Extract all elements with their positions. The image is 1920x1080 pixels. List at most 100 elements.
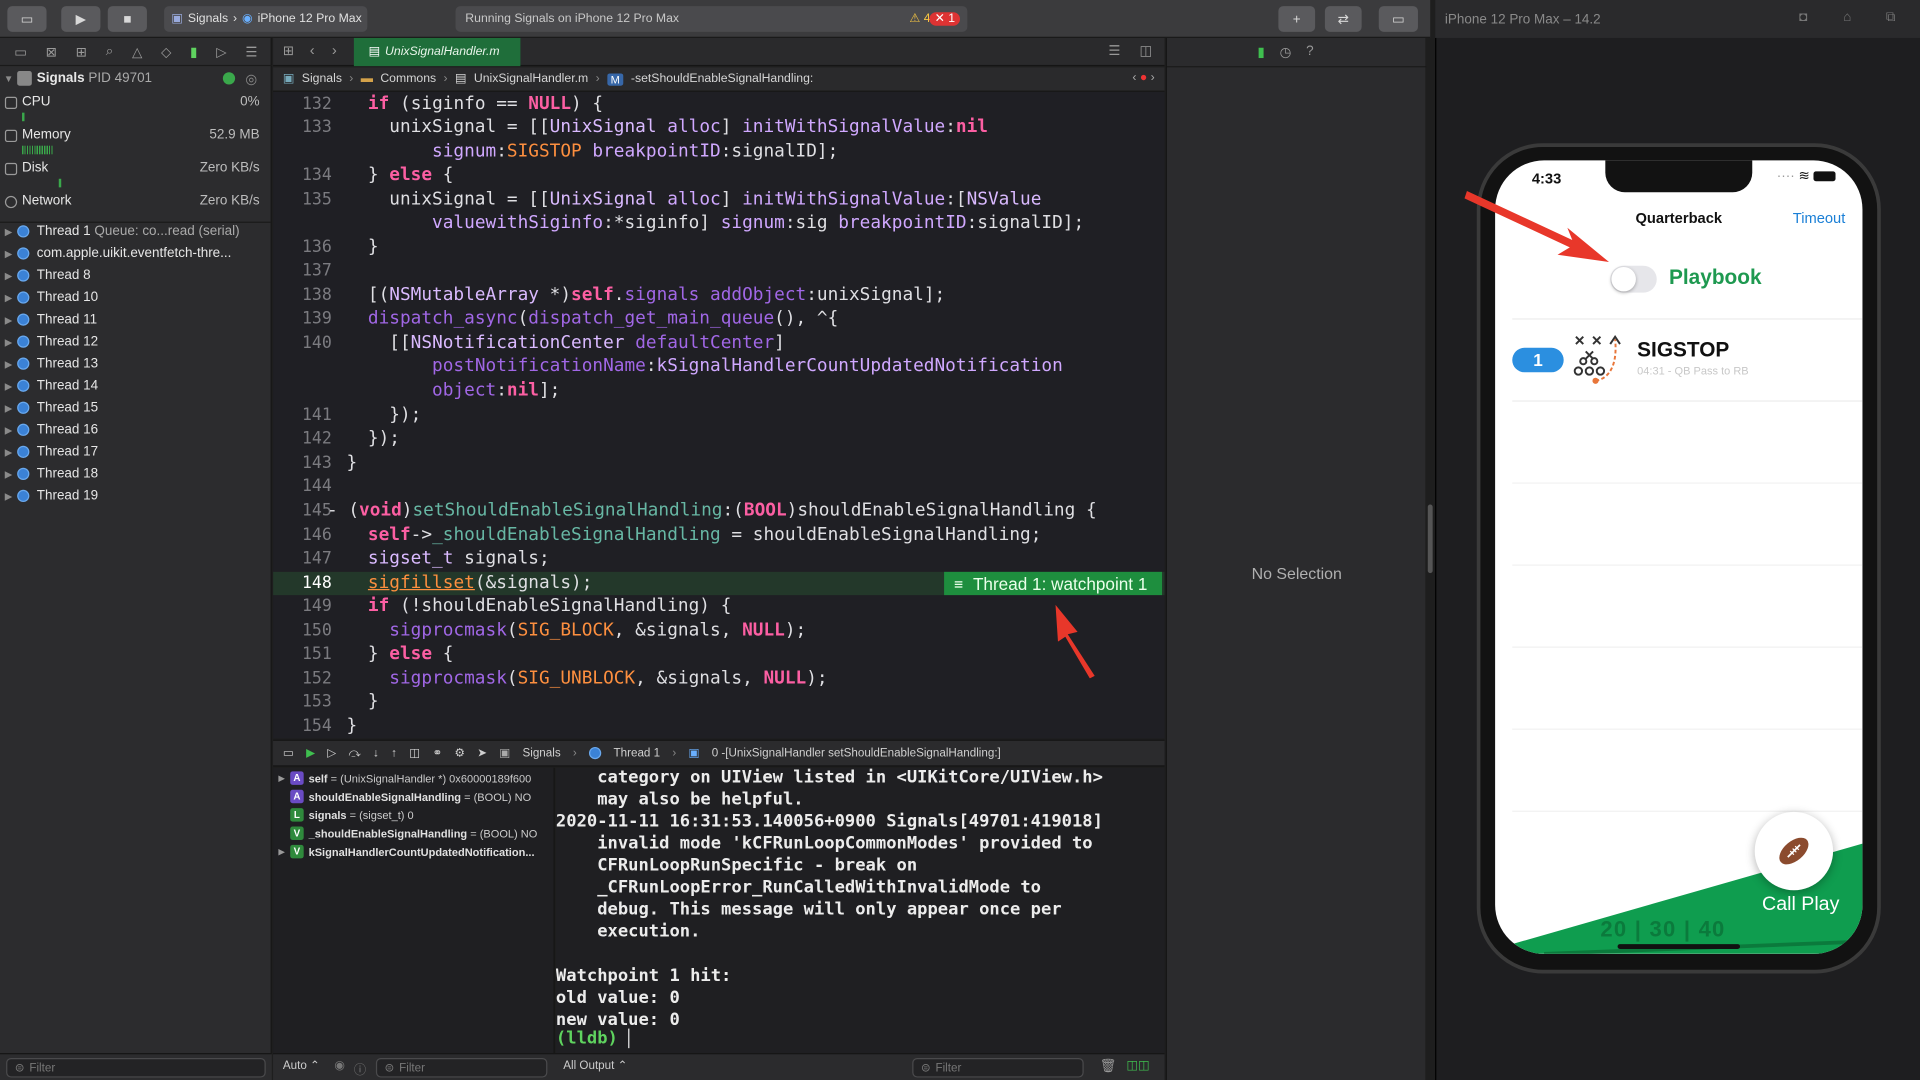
disclosure-icon[interactable]: ▼ bbox=[0, 73, 17, 84]
thread-row[interactable]: ▶ Thread 14 bbox=[0, 375, 272, 397]
lines-icon[interactable]: ☰ bbox=[1108, 43, 1120, 59]
crumb-process[interactable]: Signals bbox=[522, 746, 560, 759]
thread-row[interactable]: ▶ Thread 15 bbox=[0, 397, 272, 419]
jump-folder[interactable]: Commons bbox=[380, 72, 436, 85]
crumb-thread[interactable]: Thread 1 bbox=[614, 746, 661, 759]
nav-arrows[interactable]: ‹ ● › bbox=[1132, 71, 1154, 84]
signal-row[interactable]: 1 SIGSTOP 04:31 - QB Pass to RB bbox=[1495, 320, 1862, 401]
tab-unixsignalhandler[interactable]: ▤ UnixSignalHandler.m bbox=[353, 37, 521, 67]
step-out-icon[interactable]: ↑ bbox=[391, 746, 397, 759]
disclosure-icon[interactable]: ▶ bbox=[0, 226, 17, 237]
trash-icon[interactable]: 🗑 bbox=[1100, 1058, 1117, 1074]
rotate-icon[interactable]: ⧉ bbox=[1886, 10, 1896, 26]
lldb-prompt-line[interactable]: (lldb) bbox=[556, 1028, 630, 1049]
disclosure-icon[interactable]: ▶ bbox=[0, 358, 17, 369]
resize-handle[interactable] bbox=[1427, 504, 1433, 574]
navigator-filter-input[interactable]: ⊜ Filter bbox=[6, 1057, 266, 1078]
step-over-icon[interactable]: ⤼ bbox=[349, 746, 361, 759]
grid-icon[interactable]: ⊞ bbox=[283, 43, 294, 59]
source-control-icon[interactable]: ⊠ bbox=[46, 43, 57, 60]
continue-icon[interactable]: ▷ bbox=[327, 746, 336, 759]
issue-icon[interactable]: △ bbox=[132, 43, 142, 60]
back-icon[interactable]: ‹ bbox=[310, 42, 315, 59]
thread-row[interactable]: ▶ Thread 19 bbox=[0, 485, 272, 507]
console-filter-input[interactable]: ⊜ Filter bbox=[912, 1057, 1084, 1078]
gauge-memory[interactable]: Memory 52.9 MB bbox=[0, 127, 272, 155]
inspector-toggle-button[interactable]: ▭ bbox=[1378, 6, 1418, 32]
debug-icon[interactable]: ▮ bbox=[190, 43, 197, 60]
report-icon[interactable]: ☰ bbox=[245, 43, 257, 60]
hierarchy-icon[interactable]: ⊞ bbox=[76, 43, 87, 60]
thread-row[interactable]: ▶ Thread 8 bbox=[0, 264, 272, 286]
location-icon[interactable]: ➤ bbox=[477, 746, 487, 759]
memory-graph-icon[interactable]: ⚭ bbox=[433, 746, 443, 759]
disclosure-icon[interactable]: ▶ bbox=[273, 773, 290, 783]
thread-row[interactable]: ▶ Thread 12 bbox=[0, 331, 272, 353]
error-badge[interactable]: ✕ 1 bbox=[929, 12, 961, 26]
history-icon[interactable]: ◷ bbox=[1280, 44, 1292, 61]
run-button[interactable]: ▶ bbox=[61, 6, 101, 32]
variable-row[interactable]: ▶ Aself = (UnixSignalHandler *) 0x6000018… bbox=[273, 769, 555, 787]
gauge-cpu[interactable]: CPU 0% bbox=[0, 94, 272, 122]
gauge-network[interactable]: Network Zero KB/s bbox=[0, 193, 272, 220]
thread-row[interactable]: ▶ Thread 11 bbox=[0, 309, 272, 331]
watchpoint-annotation[interactable]: ≡ Thread 1: watchpoint 1 bbox=[944, 571, 1163, 596]
environment-icon[interactable]: ⚙ bbox=[455, 746, 465, 759]
disclosure-icon[interactable]: ▶ bbox=[0, 292, 17, 303]
disclosure-icon[interactable]: ▶ bbox=[0, 490, 17, 501]
output-mode-selector[interactable]: All Output ⌃ bbox=[563, 1059, 627, 1072]
variables-filter-input[interactable]: ⊜ Filter bbox=[375, 1057, 548, 1078]
breakpoint-icon[interactable]: ▷ bbox=[216, 43, 226, 60]
disclosure-icon[interactable]: ▶ bbox=[0, 248, 17, 259]
source-editor[interactable]: ≡ Thread 1: watchpoint 1 132 133 134 135… bbox=[273, 91, 1165, 739]
debug-console[interactable]: category on UIView listed in <UIKitCore/… bbox=[555, 767, 1165, 1054]
search-icon[interactable]: ⌕ bbox=[106, 43, 114, 59]
test-icon[interactable]: ◇ bbox=[161, 43, 171, 60]
thread-row[interactable]: ▶ Thread 13 bbox=[0, 353, 272, 375]
call-play-button[interactable] bbox=[1754, 811, 1834, 891]
scheme-selector[interactable]: ▣ Signals › ◉ iPhone 12 Pro Max bbox=[164, 6, 368, 32]
thread-row[interactable]: ▶ Thread 17 bbox=[0, 441, 272, 463]
warning-badge[interactable]: ⚠ 4 bbox=[909, 12, 930, 25]
stop-button[interactable]: ■ bbox=[107, 6, 147, 32]
library-button[interactable]: + bbox=[1278, 6, 1316, 32]
eye-icon[interactable]: ◉ bbox=[334, 1059, 345, 1072]
disclosure-icon[interactable]: ▶ bbox=[0, 446, 17, 457]
help-icon[interactable]: ? bbox=[1306, 44, 1314, 61]
thread-row[interactable]: ▶ Thread 1 Queue: co...read (serial) bbox=[0, 220, 272, 242]
step-into-icon[interactable]: ↓ bbox=[373, 746, 379, 759]
process-row[interactable]: ▼ Signals PID 49701 ◎ bbox=[0, 67, 272, 89]
variable-row[interactable]: V _shouldEnableSignalHandling = (BOOL) NO bbox=[273, 824, 555, 842]
info-icon[interactable]: ⓘ bbox=[354, 1059, 366, 1077]
thread-row[interactable]: ▶ Thread 10 bbox=[0, 287, 272, 309]
playbook-toggle[interactable] bbox=[1610, 265, 1657, 293]
variable-row[interactable]: AshouldEnableSignalHandling = (BOOL) NO bbox=[273, 787, 555, 805]
disclosure-icon[interactable]: ▶ bbox=[0, 314, 17, 325]
breakpoints-toggle-icon[interactable]: ▶ bbox=[306, 746, 315, 759]
forward-icon[interactable]: › bbox=[332, 42, 337, 59]
disclosure-icon[interactable]: ▶ bbox=[0, 270, 17, 281]
code-review-button[interactable]: ⇄ bbox=[1324, 6, 1362, 32]
options-icon[interactable]: ◎ bbox=[245, 70, 257, 87]
disclosure-icon[interactable]: ▶ bbox=[0, 424, 17, 435]
home-icon[interactable]: ⌂ bbox=[1843, 10, 1851, 25]
thread-row[interactable]: ▶ com.apple.uikit.eventfetch-thre... bbox=[0, 242, 272, 264]
sidebar-toggle-button[interactable]: ▭ bbox=[7, 6, 47, 32]
disclosure-icon[interactable]: ▶ bbox=[0, 402, 17, 413]
gauge-disk[interactable]: Disk Zero KB/s bbox=[0, 160, 272, 188]
split-view-icon[interactable]: ◫◫ bbox=[1127, 1059, 1150, 1072]
folder-icon[interactable]: ▭ bbox=[14, 43, 27, 60]
jump-project[interactable]: Signals bbox=[302, 72, 342, 85]
auto-selector[interactable]: Auto ⌃ bbox=[283, 1059, 320, 1072]
thread-row[interactable]: ▶ Thread 18 bbox=[0, 463, 272, 485]
crumb-frame[interactable]: 0 -[UnixSignalHandler setShouldEnableSig… bbox=[712, 746, 1001, 759]
variable-row[interactable]: ▶ VkSignalHandlerCountUpdatedNotification… bbox=[273, 842, 555, 860]
disclosure-icon[interactable]: ▶ bbox=[273, 847, 290, 857]
disclosure-icon[interactable]: ▶ bbox=[0, 336, 17, 347]
variable-row[interactable]: Lsignals = (sigset_t) 0 bbox=[273, 806, 555, 824]
file-inspector-icon[interactable]: ▮ bbox=[1258, 44, 1265, 61]
hide-console-icon[interactable]: ▭ bbox=[283, 746, 294, 759]
split-icon[interactable]: ◫ bbox=[1140, 43, 1153, 59]
screenshot-icon[interactable]: ◘ bbox=[1799, 10, 1807, 25]
thread-row[interactable]: ▶ Thread 16 bbox=[0, 419, 272, 441]
